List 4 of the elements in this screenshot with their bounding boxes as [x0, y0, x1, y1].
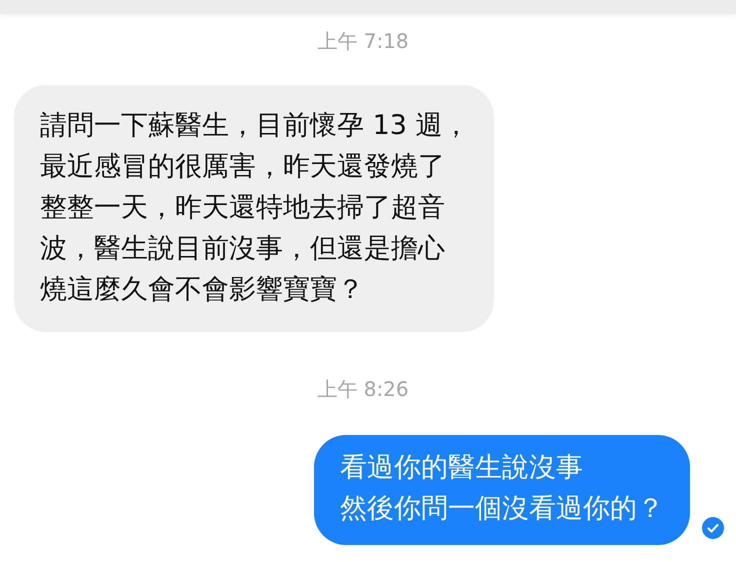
timestamp: 上午 7:18: [317, 28, 409, 55]
message-bubble: 看過你的醫生說沒事 然後你問一個沒看過你的？: [314, 435, 690, 545]
message-bubble: 請問一下蘇醫生，目前懷孕 13 週， 最近感冒的很厲害，昨天還發燒了 整整一天，昨天還特地去掃了超音 波，醫生說目前沒事，但還是擔心 燒這麼久會不會影響寶寶？: [14, 85, 494, 332]
timestamp: 上午 8:26: [317, 376, 409, 403]
